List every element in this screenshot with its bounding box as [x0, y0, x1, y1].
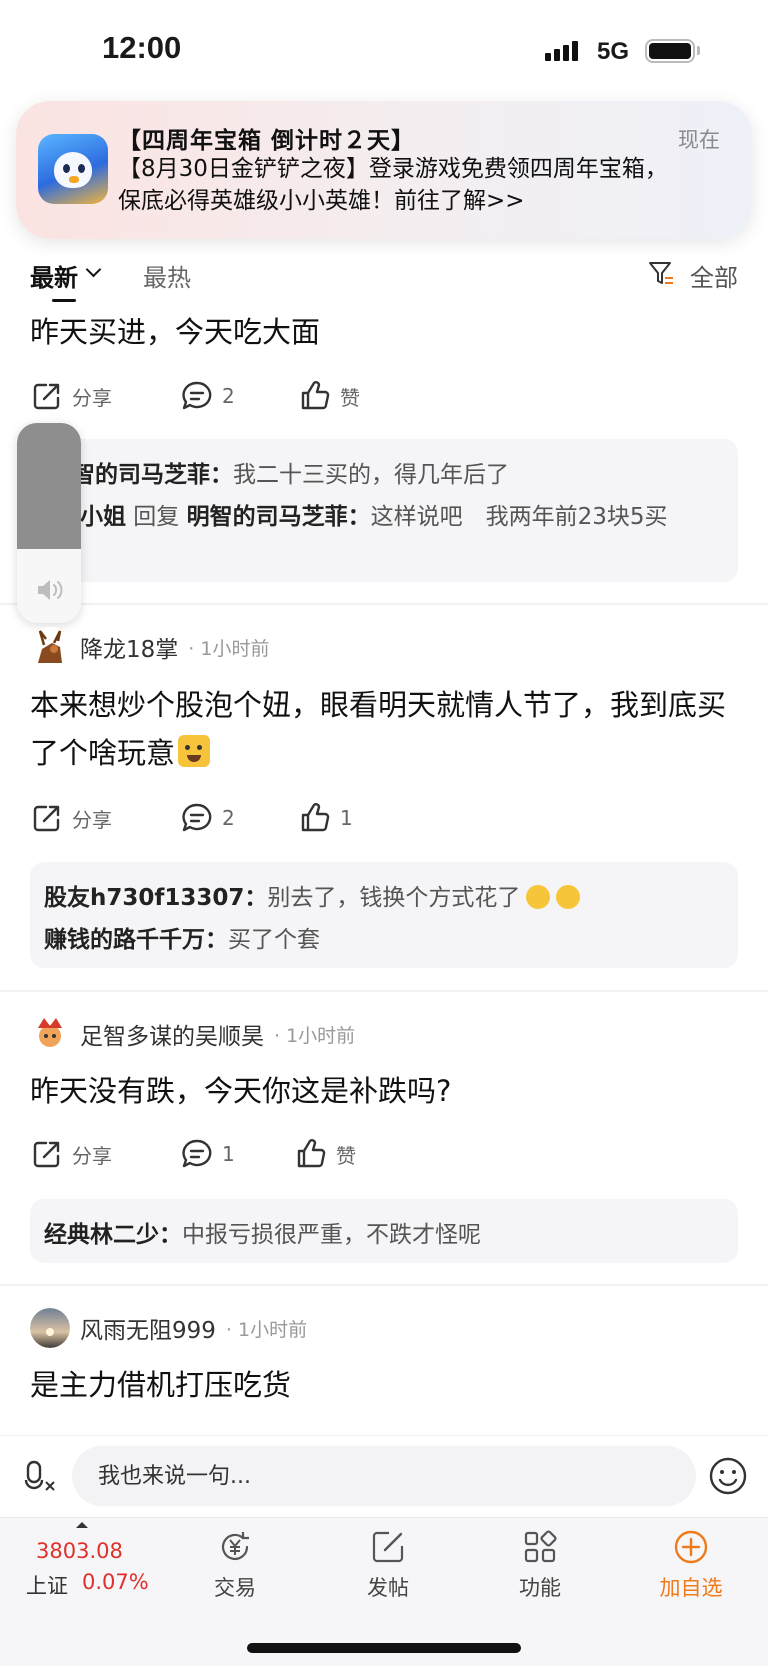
cellular-signal-icon	[545, 41, 578, 61]
battery-tip	[697, 46, 700, 55]
thumbs-up-icon	[301, 381, 330, 410]
reply-preview-box[interactable]: 股友h730f13307：别去了，钱换个方式花了 赚钱的路千千万：买了个套	[30, 862, 738, 968]
post-text[interactable]: 昨天买进，今天吃大面	[30, 308, 320, 356]
laughing-emoji-icon	[556, 885, 581, 909]
comment-count: 1	[222, 1142, 235, 1166]
share-label: 分享	[72, 807, 112, 832]
like-button[interactable]: 赞	[298, 379, 360, 413]
reply-line: 智的司马芝菲：我二十三买的，得几年后了	[72, 462, 509, 488]
comment-input[interactable]	[72, 1446, 696, 1506]
comment-button[interactable]: 1	[180, 1137, 294, 1171]
comment-icon	[182, 381, 212, 410]
nav-add-watchlist[interactable]: 加自选	[641, 1528, 741, 1602]
share-button[interactable]: 分享	[30, 1137, 180, 1171]
comment-button[interactable]: 2	[180, 379, 298, 413]
share-icon	[33, 1141, 60, 1168]
tab-latest[interactable]: 最新	[30, 258, 78, 293]
nav-post-label: 发帖	[367, 1576, 409, 1600]
like-button[interactable]: 赞	[294, 1137, 356, 1171]
nav-post[interactable]: 发帖	[338, 1528, 438, 1602]
speaker-icon	[38, 580, 63, 600]
tab-hot[interactable]: 最热	[143, 258, 191, 293]
volume-indicator	[17, 423, 81, 623]
reply-preview-box[interactable]: 经典林二少：中报亏损很严重，不跌才怪呢	[30, 1199, 738, 1263]
comment-icon	[182, 1139, 212, 1168]
index-change[interactable]: 0.07%	[82, 1570, 149, 1594]
laughing-emoji-icon	[526, 885, 551, 909]
avatar	[30, 627, 70, 667]
notification-body: 【8月30日金铲铲之夜】登录游戏免费领四周年宝箱，保底必得英雄级小小英雄！前往了…	[118, 156, 668, 214]
post-text[interactable]: 本来想炒个股泡个妞，眼看明天就情人节了，我到底买了个啥玩意	[30, 681, 736, 777]
index-value[interactable]: 3803.08	[36, 1539, 123, 1563]
share-icon	[33, 383, 60, 410]
add-circle-icon	[674, 1530, 708, 1564]
avatar	[30, 1308, 70, 1348]
thumbs-up-icon	[297, 1139, 326, 1168]
divider	[0, 603, 768, 605]
post-time: · 1小时前	[225, 1318, 308, 1341]
reply-line: 股友h730f13307：别去了，钱换个方式花了	[44, 878, 581, 912]
comment-icon	[182, 803, 212, 832]
comment-button[interactable]: 2	[180, 801, 298, 835]
battery-icon	[645, 39, 695, 63]
volume-level	[17, 423, 81, 549]
share-icon	[33, 805, 60, 832]
notification-title: 【四周年宝箱 倒计时２天】	[118, 128, 416, 154]
chevron-down-icon[interactable]	[85, 261, 102, 278]
avatar	[30, 1014, 70, 1054]
nav-trade[interactable]: 交易	[185, 1528, 285, 1602]
author-name[interactable]: 降龙18掌	[80, 630, 178, 664]
network-type: 5G	[597, 38, 630, 65]
home-indicator[interactable]	[247, 1643, 521, 1653]
author-name[interactable]: 风雨无阻999	[80, 1311, 216, 1345]
share-label: 分享	[72, 385, 112, 410]
trade-icon	[221, 1532, 249, 1560]
thumbs-up-icon	[301, 803, 330, 832]
nav-add-watchlist-label: 加自选	[659, 1576, 723, 1600]
nav-trade-label: 交易	[214, 1576, 256, 1600]
nav-functions[interactable]: 功能	[490, 1528, 590, 1602]
divider	[0, 1284, 768, 1286]
share-button[interactable]: 分享	[30, 379, 180, 413]
reply-line: 经典林二少：中报亏损很严重，不跌才怪呢	[44, 1222, 481, 1248]
post-time: · 1小时前	[188, 637, 270, 660]
reply-line: 小姐 回复 明智的司马芝菲：这样说吧 我两年前23块5买	[80, 504, 668, 530]
notification-time: 现在	[678, 128, 720, 152]
caret-up-icon	[76, 1522, 88, 1528]
share-label: 分享	[72, 1143, 112, 1168]
tab-active-indicator	[52, 299, 76, 302]
status-time: 12:00	[102, 30, 182, 65]
voice-input-icon[interactable]	[22, 1458, 58, 1494]
filter-all-label[interactable]: 全部	[690, 258, 738, 293]
reply-line: 赚钱的路千千万：买了个套	[44, 927, 320, 953]
post-actions: 分享 1 赞	[30, 1137, 356, 1171]
like-count: 1	[340, 806, 353, 830]
emoji-icon[interactable]	[708, 1456, 748, 1496]
filter-icon[interactable]	[648, 260, 674, 286]
post-time: · 1小时前	[274, 1024, 356, 1047]
post-actions: 分享 2 1	[30, 801, 353, 835]
comment-count: 2	[222, 806, 235, 830]
nav-functions-label: 功能	[519, 1576, 561, 1600]
reply-preview-box[interactable]: 智的司马芝菲：我二十三买的，得几年后了 小姐 回复 明智的司马芝菲：这样说吧 我…	[30, 439, 738, 582]
grid-apps-icon	[524, 1530, 557, 1563]
comment-count: 2	[222, 384, 235, 408]
compose-icon	[372, 1531, 404, 1563]
crying-emoji-icon	[178, 735, 211, 767]
post-text[interactable]: 昨天没有跌，今天你这是补跌吗?	[30, 1067, 451, 1115]
divider	[0, 990, 768, 992]
game-app-icon	[38, 134, 108, 204]
post-author-row[interactable]: 足智多谋的吴顺昊 · 1小时前	[30, 1014, 355, 1054]
like-count: 赞	[336, 1143, 356, 1168]
post-author-row[interactable]: 降龙18掌 · 1小时前	[30, 627, 269, 667]
like-button[interactable]: 1	[298, 801, 353, 835]
post-author-row[interactable]: 风雨无阻999 · 1小时前	[30, 1308, 307, 1348]
like-count: 赞	[340, 385, 360, 410]
share-button[interactable]: 分享	[30, 801, 180, 835]
post-text[interactable]: 是主力借机打压吃货	[30, 1361, 291, 1409]
index-name[interactable]: 上证	[26, 1570, 68, 1600]
author-name[interactable]: 足智多谋的吴顺昊	[80, 1017, 264, 1051]
post-actions: 分享 2 赞	[30, 379, 360, 413]
